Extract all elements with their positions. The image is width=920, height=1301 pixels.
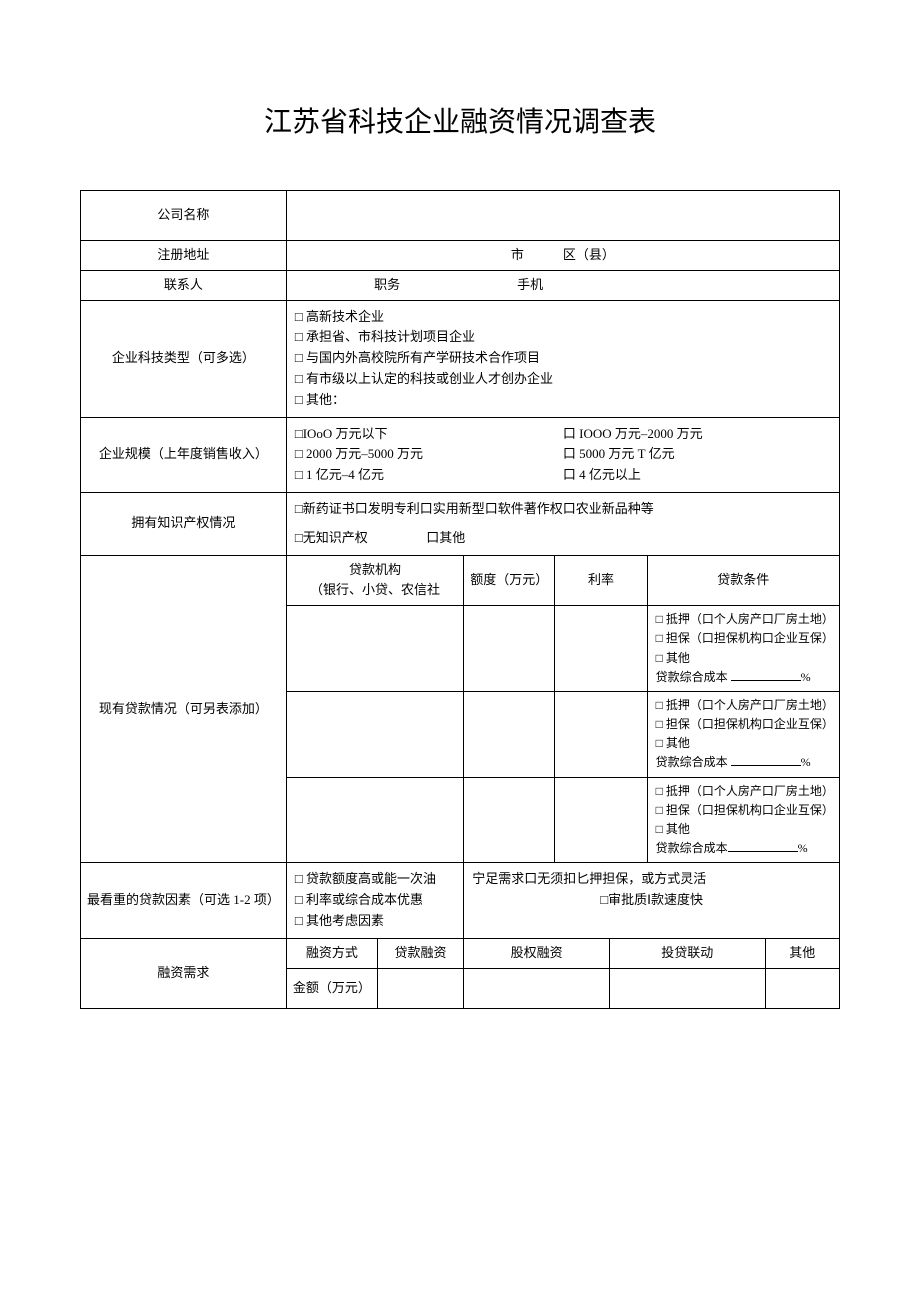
label-phone: 手机: [517, 277, 543, 292]
opt-tech-4[interactable]: □ 其他：: [295, 390, 831, 411]
opt-scale-r2[interactable]: 口 4 亿元以上: [563, 465, 831, 486]
loan3-cond[interactable]: □ 抵押（口个人房产口厂房土地） □ 担保（口担保机构口企业互保） □ 其他 贷…: [647, 777, 839, 863]
opt-factor-r2[interactable]: □审批质Ⅰ款速度快: [472, 890, 831, 911]
survey-table: 公司名称 注册地址 市 区（县） 联系人 职务 手机: [80, 190, 840, 1009]
opt-scale-l1[interactable]: □ 2000 万元–5000 万元: [295, 444, 563, 465]
cell-company-name[interactable]: [286, 191, 839, 241]
label-contact: 联系人: [81, 270, 287, 300]
header-loan-rate: 利率: [555, 555, 647, 606]
label-need-link: 投贷联动: [610, 938, 766, 968]
cell-contact[interactable]: 职务 手机: [286, 270, 839, 300]
opt-tech-1[interactable]: □ 承担省、市科技计划项目企业: [295, 327, 831, 348]
loan3-org[interactable]: [286, 777, 463, 863]
label-need-other: 其他: [765, 938, 839, 968]
loan3-rate[interactable]: [555, 777, 647, 863]
cell-need-other[interactable]: [765, 968, 839, 1008]
opt-scale-l0[interactable]: □IOoO 万元以下: [295, 424, 563, 445]
opt-tech-3[interactable]: □ 有市级以上认定的科技或创业人才创办企业: [295, 369, 831, 390]
cell-tech-type[interactable]: □ 高新技术企业 □ 承担省、市科技计划项目企业 □ 与国内外高校院所有产学研技…: [286, 300, 839, 417]
cell-scale[interactable]: □IOoO 万元以下 □ 2000 万元–5000 万元 □ 1 亿元–4 亿元…: [286, 417, 839, 492]
loan1-cond[interactable]: □ 抵押（口个人房产口厂房土地） □ 担保（口担保机构口企业互保） □ 其他 贷…: [647, 606, 839, 692]
label-company-name: 公司名称: [81, 191, 287, 241]
cell-factor-left[interactable]: □ 贷款额度高或能一次油 □ 利率或综合成本优惠 □ 其他考虑因素: [286, 863, 463, 938]
cell-reg-address[interactable]: 市 区（县）: [286, 241, 839, 271]
label-loans: 现有贷款情况（可另表添加）: [81, 555, 287, 863]
label-need-equity: 股权融资: [464, 938, 610, 968]
label-scale: 企业规模（上年度销售收入）: [81, 417, 287, 492]
header-loan-cond: 贷款条件: [647, 555, 839, 606]
loan1-amount[interactable]: [464, 606, 555, 692]
opt-tech-2[interactable]: □ 与国内外高校院所有产学研技术合作项目: [295, 348, 831, 369]
label-factor: 最看重的贷款因素（可选 1-2 项）: [81, 863, 287, 938]
loan2-rate[interactable]: [555, 691, 647, 777]
label-need-loan: 贷款融资: [377, 938, 463, 968]
loan1-org[interactable]: [286, 606, 463, 692]
loan2-amount[interactable]: [464, 691, 555, 777]
opt-scale-r1[interactable]: 口 5000 万元 T 亿元: [563, 444, 831, 465]
opt-factor-2[interactable]: □ 其他考虑因素: [295, 911, 455, 932]
label-need-mode: 融资方式: [286, 938, 377, 968]
opt-ip-noip[interactable]: □无知识产权: [295, 530, 368, 545]
opt-factor-r1[interactable]: 宁足需求口无须扣匕押担保，或方式灵活: [472, 869, 831, 890]
cell-need-link[interactable]: [610, 968, 766, 1008]
cell-ip[interactable]: □新药证书口发明专利口实用新型口软件著作权口农业新品种等 □无知识产权 口其他: [286, 492, 839, 555]
opt-ip-other[interactable]: 口其他: [426, 530, 465, 545]
label-need: 融资需求: [81, 938, 287, 1008]
loan2-org[interactable]: [286, 691, 463, 777]
opt-ip-line1[interactable]: □新药证书口发明专利口实用新型口软件著作权口农业新品种等: [295, 499, 831, 520]
opt-scale-r0[interactable]: 口 IOOO 万元–2000 万元: [563, 424, 831, 445]
label-position: 职务: [374, 277, 400, 292]
opt-factor-0[interactable]: □ 贷款额度高或能一次油: [295, 869, 455, 890]
header-loan-org: 贷款机构 （银行、小贷、农信社: [286, 555, 463, 606]
label-need-amount: 金额（万元）: [286, 968, 377, 1008]
cell-need-loan[interactable]: [377, 968, 463, 1008]
loan2-cond[interactable]: □ 抵押（口个人房产口厂房土地） □ 担保（口担保机构口企业互保） □ 其他 贷…: [647, 691, 839, 777]
text-city: 市: [511, 247, 524, 262]
label-ip: 拥有知识产权情况: [81, 492, 287, 555]
loan1-rate[interactable]: [555, 606, 647, 692]
page-title: 江苏省科技企业融资情况调查表: [80, 100, 840, 140]
header-loan-amount: 额度（万元）: [464, 555, 555, 606]
label-reg-address: 注册地址: [81, 241, 287, 271]
loan3-amount[interactable]: [464, 777, 555, 863]
opt-tech-0[interactable]: □ 高新技术企业: [295, 307, 831, 328]
cell-factor-right[interactable]: 宁足需求口无须扣匕押担保，或方式灵活 □审批质Ⅰ款速度快: [464, 863, 840, 938]
opt-factor-1[interactable]: □ 利率或综合成本优惠: [295, 890, 455, 911]
text-district: 区（县）: [563, 247, 615, 262]
opt-scale-l2[interactable]: □ 1 亿元–4 亿元: [295, 465, 563, 486]
label-tech-type: 企业科技类型（可多选）: [81, 300, 287, 417]
cell-need-equity[interactable]: [464, 968, 610, 1008]
